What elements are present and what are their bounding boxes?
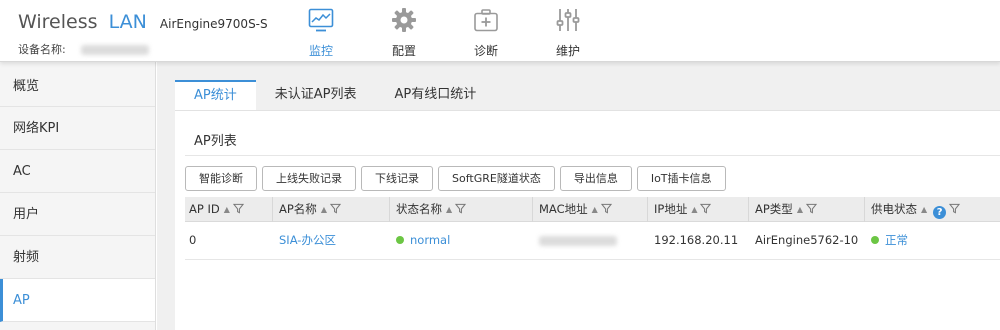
column-label: AP类型 <box>755 202 793 216</box>
sidebar-item-network-kpi[interactable]: 网络KPI <box>0 107 155 150</box>
online-failure-records-button[interactable]: 上线失败记录 <box>262 166 356 191</box>
sliders-icon <box>556 9 580 31</box>
nav-diagnose[interactable]: 诊断 <box>456 7 516 59</box>
nav-config-label: 配置 <box>391 44 416 58</box>
tab-ap-stats[interactable]: AP统计 <box>175 80 256 110</box>
sort-icon[interactable]: ▲ <box>691 197 697 222</box>
column-header-ap-id[interactable]: AP ID ▲ <box>185 197 272 222</box>
sidebar-item-ap[interactable]: AP <box>0 279 155 322</box>
column-label: AP ID <box>189 202 220 216</box>
nav-monitor-label: 监控 <box>308 44 333 58</box>
top-header: Wireless LAN AirEngine9700S-S 设备名称: 监控 配… <box>0 0 1000 62</box>
filter-icon[interactable] <box>700 203 712 214</box>
power-status-dot <box>871 236 879 244</box>
sort-icon[interactable]: ▲ <box>592 197 598 222</box>
filter-icon[interactable] <box>329 203 341 214</box>
sort-icon[interactable]: ▲ <box>321 197 327 222</box>
brand: Wireless LAN AirEngine9700S-S <box>18 11 268 33</box>
softgre-tunnel-status-button[interactable]: SoftGRE隧道状态 <box>438 166 555 191</box>
cell-status: normal <box>392 222 450 260</box>
sidebar-item-users[interactable]: 用户 <box>0 193 155 236</box>
sidebar-item-ac[interactable]: AC <box>0 150 155 193</box>
cell-power-status: 正常 <box>867 222 908 260</box>
nav-config[interactable]: 配置 <box>374 7 434 59</box>
column-label: MAC地址 <box>539 202 588 216</box>
column-label: 状态名称 <box>396 202 442 216</box>
device-name: 设备名称: <box>18 41 150 57</box>
export-info-button[interactable]: 导出信息 <box>559 166 632 191</box>
toolbar: 智能诊断 上线失败记录 下线记录 SoftGRE隧道状态 导出信息 IoT插卡信息 <box>185 166 731 191</box>
brand-wireless: Wireless <box>18 11 98 33</box>
medical-kit-icon <box>474 9 498 32</box>
gear-icon <box>392 8 416 32</box>
nav-maintain-label: 维护 <box>555 44 580 58</box>
nav-maintain[interactable]: 维护 <box>538 7 598 59</box>
filter-icon[interactable] <box>455 203 467 214</box>
sidebar-item-radio[interactable]: 射频 <box>0 236 155 279</box>
sort-icon[interactable]: ▲ <box>224 197 230 222</box>
cell-ap-type: AirEngine5762-10 <box>755 233 859 247</box>
table-row[interactable]: 0 SIA-办公区 normal 192.168.20.11 AirEngine… <box>185 222 1000 260</box>
device-model: AirEngine9700S-S <box>159 17 268 31</box>
iot-card-info-button[interactable]: IoT插卡信息 <box>636 166 726 191</box>
smart-diagnose-button[interactable]: 智能诊断 <box>185 166 257 191</box>
sidebar-item-overview[interactable]: 概览 <box>0 62 155 107</box>
offline-records-button[interactable]: 下线记录 <box>361 166 433 191</box>
filter-icon[interactable] <box>232 203 244 214</box>
device-name-label: 设备名称: <box>18 43 66 56</box>
tab-ap-wired-port-stats[interactable]: AP有线口统计 <box>375 80 495 110</box>
sort-icon[interactable]: ▲ <box>921 197 927 222</box>
filter-icon[interactable] <box>805 203 817 214</box>
main-content: AP统计 未认证AP列表 AP有线口统计 AP列表 智能诊断 上线失败记录 下线记录 So… <box>157 62 1000 330</box>
column-header-mac-address[interactable]: MAC地址 ▲ <box>532 197 647 222</box>
column-header-ip-address[interactable]: IP地址 ▲ <box>647 197 748 222</box>
monitor-icon <box>308 8 334 32</box>
column-label: 供电状态 <box>871 202 917 216</box>
mac-address-redacted <box>539 235 617 246</box>
status-text: normal <box>410 233 451 247</box>
cell-ap-id: 0 <box>189 233 197 247</box>
ap-list-panel: AP列表 智能诊断 上线失败记录 下线记录 SoftGRE隧道状态 导出信息 IoT插卡信… <box>175 110 1000 330</box>
column-label: IP地址 <box>654 202 688 216</box>
cell-ap-name-link[interactable]: SIA-办公区 <box>275 222 336 260</box>
status-dot <box>396 236 404 244</box>
column-header-power-status[interactable]: 供电状态 ▲? <box>864 197 1000 222</box>
panel-title: AP列表 <box>194 134 237 149</box>
cell-mac-address <box>535 222 617 260</box>
brand-lan: LAN <box>108 11 147 33</box>
filter-icon[interactable] <box>600 203 612 214</box>
sort-icon[interactable]: ▲ <box>797 197 803 222</box>
column-label: AP名称 <box>279 202 317 216</box>
sidebar: 概览 网络KPI AC 用户 射频 AP <box>0 62 156 330</box>
ap-table: AP ID ▲ AP名称 ▲ 状态名称 ▲ MAC地址 ▲ IP地址 ▲ AP类型 ▲ <box>185 197 1000 260</box>
tab-bar: AP统计 未认证AP列表 AP有线口统计 <box>175 80 495 110</box>
nav-monitor[interactable]: 监控 <box>291 7 351 59</box>
filter-icon[interactable] <box>949 203 961 214</box>
tab-unauth-ap-list[interactable]: 未认证AP列表 <box>256 80 376 110</box>
column-header-status-name[interactable]: 状态名称 ▲ <box>389 197 532 222</box>
nav-diagnose-label: 诊断 <box>473 44 498 58</box>
device-name-value-redacted <box>81 45 150 55</box>
table-header: AP ID ▲ AP名称 ▲ 状态名称 ▲ MAC地址 ▲ IP地址 ▲ AP类型 ▲ <box>185 197 1000 222</box>
sort-icon[interactable]: ▲ <box>446 197 452 222</box>
column-header-ap-type[interactable]: AP类型 ▲ <box>748 197 864 222</box>
column-header-ap-name[interactable]: AP名称 ▲ <box>272 197 389 222</box>
cell-ip-address: 192.168.20.11 <box>654 233 739 247</box>
divider <box>185 155 1000 156</box>
power-status-text: 正常 <box>885 233 908 247</box>
help-icon[interactable]: ? <box>933 206 947 219</box>
